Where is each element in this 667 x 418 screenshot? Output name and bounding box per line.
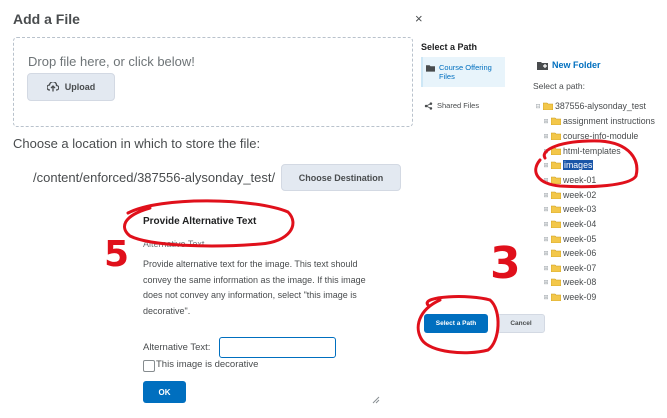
cancel-button[interactable]: Cancel [497,314,545,333]
alt-text-input[interactable] [219,337,336,358]
tree-item[interactable]: ⊞ assignment instructions [543,116,654,126]
cloud-upload-icon [46,82,59,92]
source-label: Shared Files [437,101,480,110]
source-course-offering-files[interactable]: Course Offering Files [421,57,505,87]
tree-item[interactable]: ⊞ week-09 [543,292,596,302]
folder-icon [551,249,561,257]
expand-icon[interactable]: ⊞ [543,250,549,257]
expand-icon[interactable]: ⊞ [543,221,549,228]
tree-item[interactable]: ⊞ course-info-module [543,131,638,141]
folder-icon [551,176,561,184]
expand-icon[interactable]: ⊞ [543,192,549,199]
folder-icon [551,235,561,243]
folder-icon [551,147,561,155]
choose-destination-button[interactable]: Choose Destination [281,164,401,191]
alt-text-subheading: Alternative Text [143,239,205,249]
file-dropzone[interactable]: Drop file here, or click below! Upload [13,37,413,127]
collapse-icon[interactable]: ⊟ [535,103,541,110]
folder-icon [551,205,561,213]
expand-icon[interactable]: ⊞ [543,265,549,272]
expand-icon[interactable]: ⊞ [543,294,549,301]
select-path-title: Select a Path [421,42,478,52]
source-shared-files[interactable]: Shared Files [421,95,505,116]
expand-icon[interactable]: ⊞ [543,162,549,169]
tree-item[interactable]: ⊞ week-04 [543,219,596,229]
upload-label: Upload [64,82,96,92]
choose-location-label: Choose a location in which to store the … [13,136,261,151]
folder-icon [551,161,561,169]
select-a-path-label: Select a path: [533,81,585,91]
share-icon [424,102,433,110]
folder-icon [551,293,561,301]
alt-text-field-label: Alternative Text: [143,342,211,353]
folder-icon [551,117,561,125]
folder-icon [551,132,561,140]
folder-icon [551,264,561,272]
expand-icon[interactable]: ⊞ [543,118,549,125]
annotation-number-5: 5 [104,234,129,275]
folder-icon [551,191,561,199]
tree-item[interactable]: ⊞ week-03 [543,204,596,214]
tree-item[interactable]: ⊞ week-02 [543,190,596,200]
tree-item-selected[interactable]: ⊞ images [543,160,594,170]
upload-button[interactable]: Upload [27,73,115,101]
tree-item[interactable]: ⊞ week-06 [543,248,596,258]
folder-icon [551,278,561,286]
expand-icon[interactable]: ⊞ [543,206,549,213]
expand-icon[interactable]: ⊞ [543,177,549,184]
expand-icon[interactable]: ⊞ [543,148,549,155]
dropzone-text: Drop file here, or click below! [28,54,195,69]
decorative-label[interactable]: This image is decorative [156,359,258,370]
select-a-path-button[interactable]: Select a Path [424,314,488,333]
source-label: Course Offering Files [439,63,492,81]
new-folder-button[interactable]: New Folder [537,60,601,70]
new-folder-icon [537,61,548,70]
tree-item[interactable]: ⊞ html-templates [543,146,620,156]
resize-grip-icon[interactable] [370,394,380,404]
destination-path: /content/enforced/387556-alysonday_test/ [33,170,276,185]
expand-icon[interactable]: ⊞ [543,133,549,140]
expand-icon[interactable]: ⊞ [543,279,549,286]
ok-button[interactable]: OK [143,381,186,403]
tree-item[interactable]: ⊞ week-07 [543,263,596,273]
tree-item[interactable]: ⊞ week-05 [543,234,596,244]
folder-icon [551,220,561,228]
tree-item[interactable]: ⊞ week-08 [543,277,596,287]
expand-icon[interactable]: ⊞ [543,236,549,243]
tree-item[interactable]: ⊞ week-01 [543,175,596,185]
new-folder-label: New Folder [552,60,601,70]
decorative-checkbox[interactable] [143,360,155,372]
dialog-title: Add a File [13,11,80,27]
folder-icon [426,65,435,72]
alt-text-description: Provide alternative text for the image. … [143,259,366,316]
annotation-number-3: 3 [490,238,521,289]
folder-open-icon [543,102,553,110]
close-icon[interactable]: × [415,11,423,26]
alt-text-heading: Provide Alternative Text [143,216,257,227]
tree-root[interactable]: ⊟ 387556-alysonday_test [535,101,645,111]
